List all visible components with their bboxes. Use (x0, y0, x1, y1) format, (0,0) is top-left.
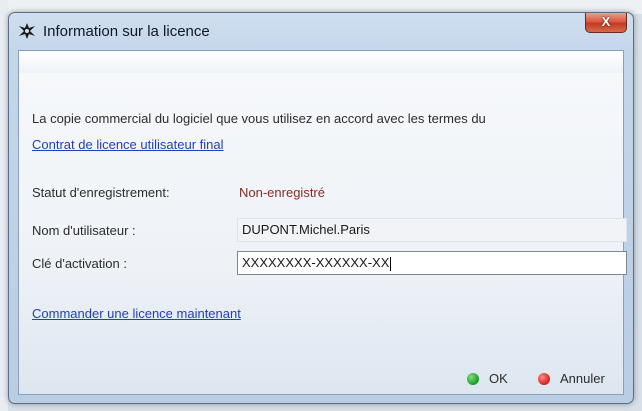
app-logo-icon (18, 22, 36, 40)
activation-label: Clé d'activation : (32, 256, 127, 271)
close-button[interactable]: X (585, 13, 627, 33)
background-app-edge (0, 0, 8, 411)
eula-link[interactable]: Contrat de licence utilisateur final (32, 137, 224, 152)
ok-button[interactable]: OK (467, 371, 508, 386)
username-value: DUPONT.Michel.Paris (242, 222, 370, 237)
close-icon: X (601, 14, 611, 29)
username-field[interactable]: DUPONT.Michel.Paris (237, 218, 627, 242)
ok-label: OK (489, 371, 508, 386)
window-title: Information sur la licence (43, 23, 210, 40)
license-dialog: Information sur la licence X La copie co… (8, 12, 634, 404)
ok-status-icon (467, 372, 479, 385)
dialog-body: La copie commercial du logiciel que vous… (18, 50, 627, 395)
cancel-status-icon (538, 372, 550, 385)
title-bar[interactable]: Information sur la licence X (9, 13, 633, 49)
header-band (19, 51, 623, 74)
username-label: Nom d'utilisateur : (32, 223, 136, 238)
text-caret (390, 256, 392, 271)
activation-key-input[interactable]: XXXXXXXX-XXXXXX-XX (237, 251, 627, 275)
cancel-button[interactable]: Annuler (538, 371, 605, 386)
status-value: Non-enregistré (239, 185, 325, 200)
intro-text: La copie commercial du logiciel que vous… (32, 111, 486, 126)
cancel-label: Annuler (560, 371, 605, 386)
activation-value: XXXXXXXX-XXXXXX-XX (242, 255, 390, 270)
order-license-link[interactable]: Commander une licence maintenant (32, 306, 241, 321)
status-label: Statut d'enregistrement: (32, 185, 170, 200)
